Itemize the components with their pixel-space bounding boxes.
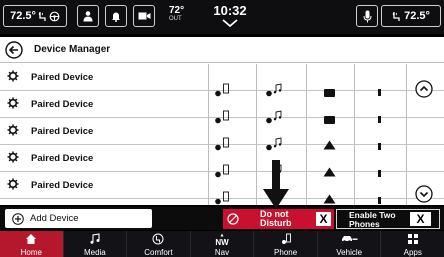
column-divider	[306, 64, 307, 205]
bottom-nav: Home Media Comfort NW Nav Phone Vehicle …	[0, 231, 444, 257]
driver-profile-button[interactable]	[77, 5, 99, 27]
compass-text: NW	[215, 238, 229, 247]
add-device-button[interactable]: Add Device	[5, 209, 152, 228]
audio-connected-icon	[266, 137, 282, 151]
nav-home[interactable]: Home	[0, 231, 64, 257]
nav-label: Home	[20, 248, 42, 257]
nav-label: Phone	[274, 248, 298, 257]
nav-vehicle[interactable]: Vehicle	[318, 231, 382, 257]
passenger-temp: 72.5°	[404, 10, 430, 22]
heated-seat-icon	[38, 11, 46, 21]
gear-icon[interactable]	[7, 70, 19, 82]
plus-circle-icon	[12, 212, 24, 225]
dnd-label: Do not Disturb	[260, 210, 292, 228]
phone-connected-icon	[215, 110, 229, 124]
phone-connected-icon	[215, 83, 229, 97]
scroll-up-button[interactable]	[415, 80, 433, 98]
phone-connected-icon	[215, 137, 229, 151]
car-icon	[342, 236, 358, 243]
action-bar: Add Device Do not Disturb X Enable Two P…	[0, 207, 444, 230]
audio-connected-icon	[266, 110, 282, 124]
two-phones-checkbox[interactable]: X	[410, 212, 431, 226]
dnd-label-line2: Disturb	[260, 218, 292, 228]
status-bar-icon	[378, 89, 381, 96]
phone-connected-icon	[215, 164, 229, 178]
driver-climate-button[interactable]: 72.5°	[3, 5, 67, 27]
music-note-icon	[90, 233, 100, 244]
down-arrow-icon	[263, 160, 289, 209]
driver-temp: 72.5°	[10, 10, 36, 22]
device-name: Paired Device	[31, 99, 94, 110]
column-divider	[354, 64, 355, 205]
two-phones-line2: Phones	[349, 219, 380, 229]
status-bar: 72.5° 72° OUT 10:32 72.5°	[0, 0, 444, 34]
column-divider	[208, 64, 209, 205]
battery-icon	[324, 89, 335, 97]
do-not-disturb-icon	[227, 213, 239, 225]
compass-icon: NW	[215, 233, 229, 247]
nav-apps[interactable]: Apps	[381, 231, 444, 257]
page-title: Device Manager	[34, 44, 111, 55]
seat-icon	[152, 233, 164, 245]
gear-icon[interactable]	[7, 97, 19, 109]
passenger-climate-button[interactable]: 72.5°	[381, 5, 441, 27]
camera-button[interactable]	[133, 5, 155, 27]
voice-button[interactable]	[356, 5, 378, 27]
steering-wheel-icon	[49, 11, 60, 21]
nav-comfort[interactable]: Comfort	[127, 231, 191, 257]
video-camera-icon	[138, 12, 150, 20]
outside-temp-label: OUT	[169, 16, 182, 22]
gear-icon[interactable]	[7, 124, 19, 136]
device-manager-panel: Device Manager Paired Device Paired Devi…	[0, 37, 444, 205]
phone-icon	[281, 233, 291, 244]
nav-label: Comfort	[144, 248, 173, 257]
dnd-checkbox[interactable]: X	[316, 212, 331, 226]
device-name: Paired Device	[31, 126, 94, 137]
add-device-label: Add Device	[30, 213, 79, 224]
clock: 10:32	[213, 3, 247, 18]
chevron-down-icon[interactable]	[221, 18, 239, 28]
alerts-button[interactable]	[105, 5, 127, 27]
person-icon	[83, 11, 93, 22]
column-divider	[406, 64, 407, 205]
signal-icon	[323, 167, 336, 177]
two-phones-label: Enable Two Phones	[349, 211, 396, 229]
apps-grid-icon	[407, 234, 418, 244]
battery-icon	[324, 116, 335, 124]
signal-icon	[323, 140, 336, 150]
status-bar-icon	[378, 143, 381, 150]
nav-phone[interactable]: Phone	[254, 231, 318, 257]
nav-nav[interactable]: NW Nav	[191, 231, 255, 257]
nav-media[interactable]: Media	[64, 231, 128, 257]
device-name: Paired Device	[31, 72, 94, 83]
do-not-disturb-toggle[interactable]: Do not Disturb X	[223, 209, 334, 229]
device-name: Paired Device	[31, 153, 94, 164]
column-divider	[256, 64, 257, 205]
outside-temp: 72° OUT	[169, 6, 184, 24]
signal-icon	[323, 194, 336, 204]
nav-label: Vehicle	[336, 248, 363, 257]
status-bar-icon	[378, 116, 381, 123]
home-icon	[26, 234, 37, 244]
page-header: Device Manager	[0, 37, 444, 63]
back-arrow-icon[interactable]	[5, 41, 23, 59]
heated-seat-icon	[392, 11, 400, 21]
device-name: Paired Device	[31, 180, 94, 191]
scroll-down-button[interactable]	[415, 185, 433, 203]
nav-label: Apps	[403, 248, 422, 257]
status-bar-icon	[378, 197, 381, 204]
nav-label: Media	[83, 248, 106, 257]
gear-icon[interactable]	[7, 178, 19, 190]
status-bar-icon	[378, 170, 381, 177]
phone-connected-icon	[215, 191, 229, 205]
gear-icon[interactable]	[7, 151, 19, 163]
audio-connected-icon	[266, 83, 282, 97]
nav-label: Nav	[214, 248, 230, 257]
enable-two-phones-toggle[interactable]: Enable Two Phones X	[336, 209, 440, 229]
bell-icon	[112, 12, 120, 22]
microphone-icon	[363, 10, 371, 22]
